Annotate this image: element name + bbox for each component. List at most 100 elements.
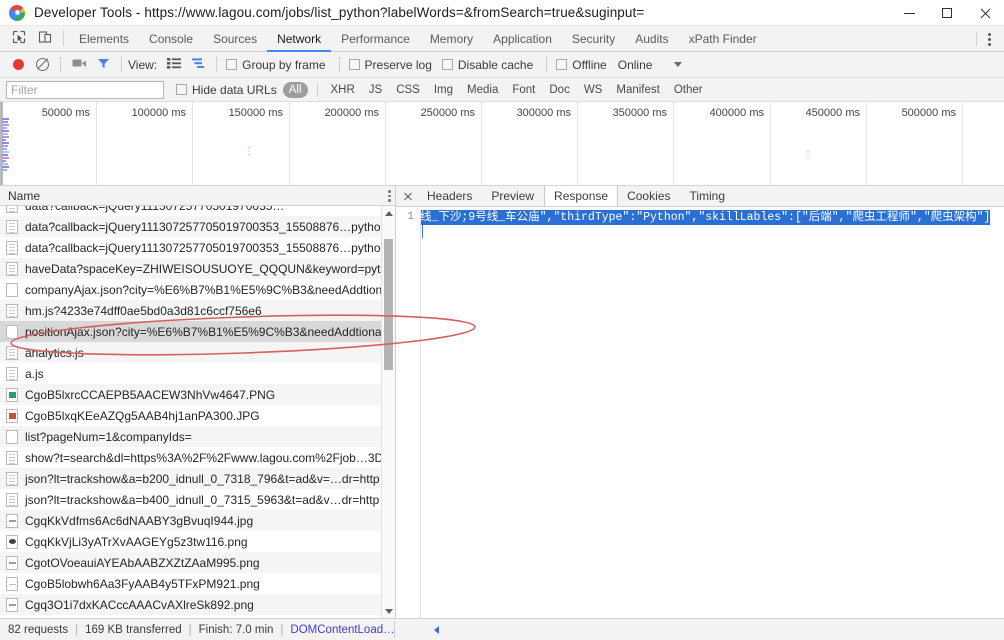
capture-screenshots-button[interactable] (67, 53, 91, 77)
scroll-down-arrow-icon (384, 608, 393, 614)
clear-button[interactable] (30, 53, 54, 77)
close-button[interactable] (966, 0, 1004, 26)
filter-chip-all[interactable]: All (282, 81, 308, 98)
request-name: companyAjax.json?city=%E6%B7%B1%E5%9C%B3… (25, 282, 392, 297)
inspect-element-button[interactable] (6, 26, 32, 52)
network-status-bar: 82 requests | 169 KB transferred | Finis… (0, 618, 1004, 640)
scroll-up-button[interactable] (382, 206, 395, 220)
table-row[interactable]: data?callback=jQuery11130725770501970035… (0, 216, 395, 237)
overview-tick-label: 350000 ms (612, 107, 667, 119)
table-row[interactable]: CgqKkVdfms6Ac6dNAABY3gBvuqI944.jpg (0, 510, 395, 531)
table-row[interactable]: companyAjax.json?city=%E6%B7%B1%E5%9C%B3… (0, 279, 395, 300)
filter-input[interactable] (6, 80, 164, 99)
tabbar-tool-icons (0, 26, 69, 51)
record-button-icon (12, 59, 24, 70)
xhr-icon (6, 429, 18, 444)
minimize-button[interactable] (890, 0, 928, 26)
table-row[interactable]: CgoB5lxqKEeAZQg5AAB4hj1anPA300.JPG (0, 405, 395, 426)
xhr-icon (6, 324, 18, 339)
list-view-button[interactable] (162, 53, 186, 77)
request-list-scrollbar[interactable] (381, 206, 395, 618)
table-row[interactable]: json?lt=trackshow&a=b200_idnull_0_7318_7… (0, 468, 395, 489)
offline-checkbox[interactable]: Offline (553, 58, 609, 72)
scrollbar-thumb[interactable] (384, 239, 393, 370)
text-caret (422, 225, 423, 238)
hide-data-urls-checkbox[interactable]: Hide data URLs (176, 83, 277, 97)
table-row[interactable]: show?t=search&dl=https%3A%2F%2Fwww.lagou… (0, 447, 395, 468)
tab-performance[interactable]: Performance (331, 26, 420, 51)
table-row[interactable]: analytics.js (0, 342, 395, 363)
image-icon (6, 513, 18, 528)
dom-content-loaded: DOMContentLoad… (290, 623, 395, 636)
overview-gridline (481, 102, 482, 185)
checkbox-box (348, 59, 360, 70)
filter-chip-xhr[interactable]: XHR (325, 82, 361, 98)
tab-sources[interactable]: Sources (203, 26, 267, 51)
disable-cache-checkbox[interactable]: Disable cache (439, 58, 536, 72)
group-by-frame-checkbox[interactable]: Group by frame (223, 58, 328, 72)
maximize-button[interactable] (928, 0, 966, 26)
transferred-size: 169 KB transferred (85, 623, 182, 636)
network-timeline-overview[interactable]: ⋮ ⋮ 50000 ms 100000 ms 150000 ms 200000 … (0, 102, 1004, 186)
detail-tab-timing[interactable]: Timing (680, 186, 735, 206)
request-name: list?pageNum=1&companyIds= (25, 429, 192, 444)
response-text[interactable]: 线_下沙;9号线_车公庙","thirdType":"Python","skil… (420, 210, 991, 225)
table-row[interactable]: hm.js?4233e74dff0ae5bd0a3d81c6ccf756e6 (0, 300, 395, 321)
xhr-icon (6, 282, 18, 297)
filter-chip-css[interactable]: CSS (390, 82, 426, 98)
document-icon (6, 240, 18, 255)
table-row[interactable]: data?callback=jQuery11130725770501970035… (0, 206, 395, 216)
tab-security[interactable]: Security (562, 26, 625, 51)
tab-memory[interactable]: Memory (420, 26, 483, 51)
device-toolbar-button[interactable] (32, 26, 58, 52)
filter-chip-img[interactable]: Img (428, 82, 459, 98)
table-row[interactable]: CgoB5lxrcCCAEPB5AACEW3NhVw4647.PNG (0, 384, 395, 405)
throttling-select[interactable]: Online (618, 58, 683, 72)
resize-handle[interactable] (428, 619, 444, 640)
image-icon (6, 534, 18, 549)
request-name: data?callback=jQuery11130725770501970035… (25, 206, 284, 213)
filter-chip-js[interactable]: JS (363, 82, 388, 98)
table-row[interactable]: data?callback=jQuery11130725770501970035… (0, 237, 395, 258)
filter-chip-doc[interactable]: Doc (543, 82, 575, 98)
scroll-down-button[interactable] (382, 604, 395, 618)
detail-tab-preview[interactable]: Preview (482, 186, 544, 206)
tab-network[interactable]: Network (267, 26, 332, 52)
filter-button[interactable] (91, 53, 115, 77)
tab-audits[interactable]: Audits (625, 26, 678, 51)
table-row[interactable]: CgqKkVjLi3yATrXvAAGEYg5z3tw116.png (0, 531, 395, 552)
resource-type-filters: All XHR JS CSS Img Media Font Doc WS Man… (282, 81, 711, 98)
waterfall-view-button[interactable] (186, 53, 210, 77)
close-panel-icon (403, 192, 412, 201)
overview-tick-label: 500000 ms (901, 107, 956, 119)
response-body[interactable]: 1 线_下沙;9号线_车公庙","thirdType":"Python","sk… (396, 207, 1004, 618)
table-row[interactable]: list?pageNum=1&companyIds= (0, 426, 395, 447)
table-row[interactable]: Cgq3O1i7dxKACccAAACvAXlreSk892.png (0, 594, 395, 615)
column-options-icon[interactable] (388, 190, 391, 202)
filter-chip-ws[interactable]: WS (578, 82, 609, 98)
filter-chip-manifest[interactable]: Manifest (610, 82, 665, 98)
record-button[interactable] (6, 53, 30, 77)
filter-chip-media[interactable]: Media (461, 82, 504, 98)
overview-gridline (96, 102, 97, 185)
table-row[interactable]: json?lt=trackshow&a=b400_idnull_0_7315_5… (0, 489, 395, 510)
close-detail-button[interactable] (396, 186, 418, 206)
tab-xpath-finder[interactable]: xPath Finder (679, 26, 767, 51)
table-row[interactable]: CgotOVoeauiAYEAbAABZXZtZAaM995.png (0, 552, 395, 573)
preserve-log-checkbox[interactable]: Preserve log (346, 58, 435, 72)
filter-chip-other[interactable]: Other (668, 82, 709, 98)
tab-application[interactable]: Application (483, 26, 562, 51)
detail-tab-response[interactable]: Response (544, 186, 619, 206)
tab-elements[interactable]: Elements (69, 26, 139, 51)
detail-tab-headers[interactable]: Headers (418, 186, 482, 206)
overview-tick-label: 150000 ms (228, 107, 283, 119)
detail-tab-cookies[interactable]: Cookies (618, 186, 680, 206)
table-row-selected[interactable]: positionAjax.json?city=%E6%B7%B1%E5%9C%B… (0, 321, 395, 342)
table-row[interactable]: a.js (0, 363, 395, 384)
filter-chip-font[interactable]: Font (506, 82, 541, 98)
request-rows-viewport: data?callback=jQuery11130725770501970035… (0, 206, 395, 618)
devtools-more-options-button[interactable] (978, 26, 1000, 52)
table-row[interactable]: CgoB5lobwh6Aa3FyAAB4y5TFxPM921.png (0, 573, 395, 594)
tab-console[interactable]: Console (139, 26, 203, 51)
table-row[interactable]: haveData?spaceKey=ZHIWEISOUSUOYE_QQQUN&k… (0, 258, 395, 279)
